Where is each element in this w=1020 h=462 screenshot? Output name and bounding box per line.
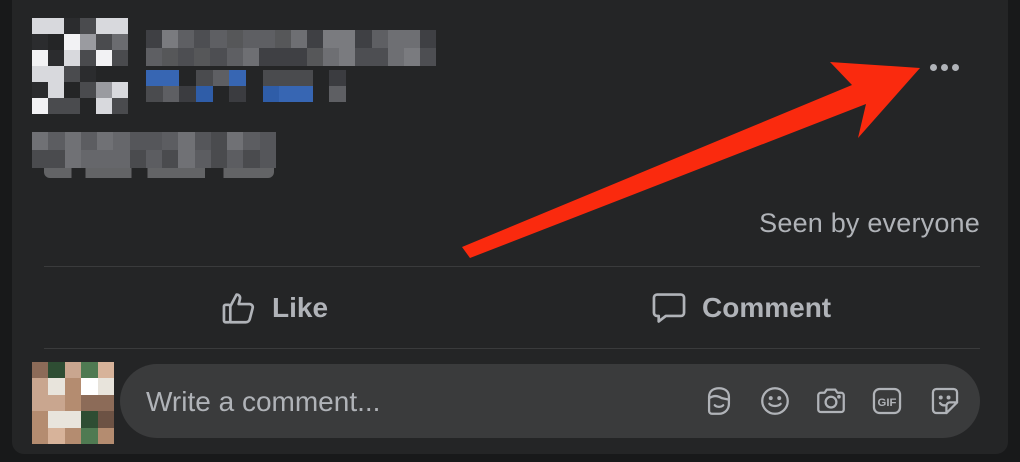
post-text-residue (44, 168, 274, 178)
avatar-sticker-icon[interactable] (702, 384, 736, 418)
post-text-redacted (32, 132, 276, 168)
commenter-avatar-redacted[interactable] (32, 362, 114, 444)
comment-button[interactable]: Comment (650, 282, 831, 334)
gif-icon[interactable]: GIF (870, 384, 904, 418)
post-author-avatar-redacted[interactable] (32, 18, 128, 114)
like-button[interactable]: Like (220, 282, 328, 334)
comment-composer: GIF (120, 364, 980, 440)
more-options-button[interactable] (916, 50, 972, 84)
comment-input[interactable] (144, 364, 668, 440)
sticker-icon[interactable] (928, 384, 962, 418)
action-bar-divider-bottom (44, 348, 980, 349)
screenshot-page: Seen by everyone Like Comment Write a co… (0, 0, 1020, 462)
comment-bubble-icon (652, 293, 686, 323)
emoji-icon[interactable] (758, 384, 792, 418)
post-author-name-redacted[interactable] (146, 30, 436, 66)
action-bar-divider-top (44, 266, 980, 267)
gif-icon-label: GIF (878, 397, 897, 409)
thumbs-up-icon (222, 293, 255, 324)
post-meta-redacted (146, 70, 346, 102)
more-horizontal-icon-dot (929, 63, 937, 71)
more-horizontal-icon-dot (951, 63, 959, 71)
seen-by-audience-label: Seen by everyone (759, 208, 980, 238)
more-horizontal-icon-dot (940, 63, 948, 71)
like-label: Like (272, 292, 329, 323)
comment-label: Comment (702, 292, 832, 323)
camera-icon[interactable] (814, 384, 848, 418)
